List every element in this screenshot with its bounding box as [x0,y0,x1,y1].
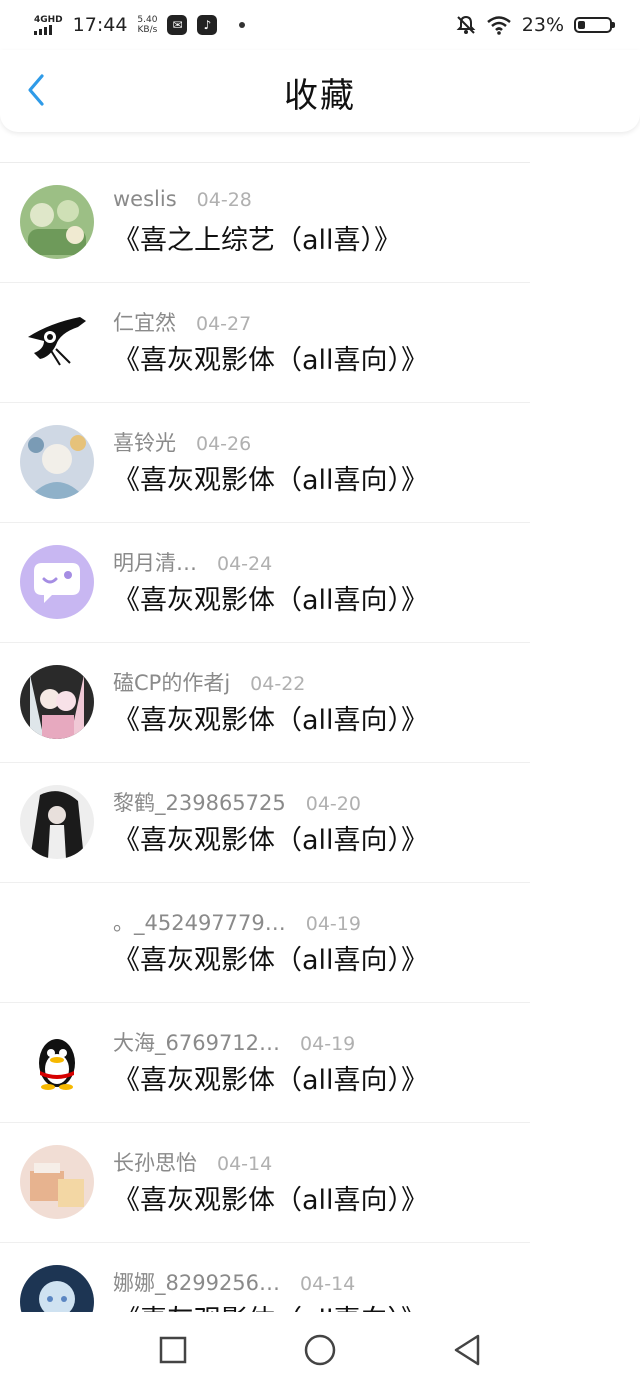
author-name[interactable]: 仁宜然 [113,307,176,337]
post-date: 04-22 [250,673,306,695]
post-title[interactable]: 《喜灰观影体（all喜向）》 [113,938,428,977]
post-title[interactable]: 《喜灰观影体（all喜向）》 [113,338,428,377]
author-name[interactable]: 黎鹤_239865725 [113,787,286,817]
post-date: 04-19 [300,1033,356,1055]
post-title[interactable]: 《喜灰观影体（all喜向）》 [113,1298,428,1312]
post-date: 04-20 [305,793,361,815]
avatar[interactable] [20,905,94,979]
page-title: 收藏 [284,76,356,116]
recent-apps-button[interactable] [153,1330,193,1370]
notification-dot-icon [239,22,246,28]
favorite-list-item[interactable]: 喜铃光 04-26 《喜灰观影体（all喜向）》 [0,403,640,523]
item-meta: 长孙思怡 04-14 [113,1147,272,1177]
post-title[interactable]: 《喜灰观影体（all喜向）》 [113,1178,428,1217]
item-meta: 磕CP的作者j 04-22 [113,667,305,697]
signal-icon: 4GHD [34,14,63,35]
favorite-list-item[interactable]: 黎鹤_239865725 04-20 《喜灰观影体（all喜向）》 [0,763,640,883]
author-name[interactable]: 明月清… [113,547,197,577]
circle-icon [304,1334,336,1365]
clock: 17:44 [72,14,128,36]
post-title[interactable]: 《喜灰观影体（all喜向）》 [113,818,428,857]
post-title[interactable]: 《喜灰观影体（all喜向）》 [113,698,428,737]
post-date: 04-19 [305,913,361,935]
wifi-icon [486,16,511,35]
post-date: 04-14 [300,1273,356,1295]
post-date: 04-14 [217,1153,273,1175]
avatar[interactable] [20,545,94,619]
author-name[interactable]: 娜娜_8299256… [113,1267,280,1297]
avatar[interactable] [20,185,94,259]
status-right: 23% [456,14,615,36]
network-speed: 5.40 KB/s [137,15,157,35]
system-nav-bar [0,1312,640,1387]
post-title[interactable]: 《喜灰观影体（all喜向）》 [113,458,428,497]
speed-value: 5.40 [137,15,158,25]
network-type: 4GHD [34,14,63,25]
battery-icon [574,17,615,33]
avatar[interactable] [20,1265,94,1312]
item-meta: 仁宜然 04-27 [113,307,251,337]
post-date: 04-24 [217,553,273,575]
favorite-list-item[interactable]: weslis 04-28 《喜之上综艺（all喜）》 [0,163,640,283]
author-name[interactable]: 长孙思怡 [113,1147,197,1177]
speed-unit: KB/s [137,25,158,35]
favorite-list-item[interactable]: 磕CP的作者j 04-22 《喜灰观影体（all喜向）》 [0,643,640,763]
system-back-button[interactable] [447,1330,487,1370]
post-title[interactable]: 《喜灰观影体（all喜向）》 [113,578,428,617]
avatar[interactable] [20,425,94,499]
favorite-list-item[interactable]: 长孙思怡 04-14 《喜灰观影体（all喜向）》 [0,1123,640,1243]
post-date: 04-27 [196,313,252,335]
author-name[interactable]: 磕CP的作者j [113,667,230,697]
author-name[interactable]: weslis [113,187,177,211]
favorite-list-item[interactable]: 大海_6769712… 04-19 《喜灰观影体（all喜向）》 [0,1003,640,1123]
favorite-list-item[interactable]: 娜娜_8299256… 04-14 《喜灰观影体（all喜向）》 [0,1243,640,1312]
signal-bars-icon [34,24,52,35]
status-left: 4GHD 17:44 5.40 KB/s ✉ ♪ [34,14,246,36]
favorites-list[interactable]: weslis 04-28 《喜之上综艺（all喜）》仁宜然 04-27 《喜灰观影体（a… [0,100,640,1312]
post-date: 04-26 [196,433,252,455]
avatar[interactable] [20,1025,94,1099]
favorite-list-item[interactable]: 仁宜然 04-27 《喜灰观影体（all喜向）》 [0,283,640,403]
music-app-icon: ♪ [197,15,218,35]
item-meta: 喜铃光 04-26 [113,427,251,457]
post-date: 04-28 [196,189,252,211]
triangle-back-icon [454,1334,479,1365]
page-header: 收藏 [0,50,640,132]
avatar[interactable] [20,785,94,859]
post-title[interactable]: 《喜灰观影体（all喜向）》 [113,1058,428,1097]
author-name[interactable]: 喜铃光 [113,427,176,457]
favorite-list-item[interactable]: 。_452497779… 04-19 《喜灰观影体（all喜向）》 [0,883,640,1003]
post-title[interactable]: 《喜之上综艺（all喜）》 [113,218,401,257]
item-meta: 娜娜_8299256… 04-14 [113,1267,355,1297]
item-meta: 。_452497779… 04-19 [113,907,361,937]
status-bar: 4GHD 17:44 5.40 KB/s ✉ ♪ 23% [0,0,640,50]
item-meta: 大海_6769712… 04-19 [113,1027,355,1057]
avatar[interactable] [20,1145,94,1219]
square-icon [160,1336,187,1363]
message-app-icon: ✉ [167,15,188,35]
item-meta: 明月清… 04-24 [113,547,272,577]
favorite-list-item[interactable]: 明月清… 04-24 《喜灰观影体（all喜向）》 [0,523,640,643]
author-name[interactable]: 。_452497779… [113,907,286,937]
avatar[interactable] [20,305,94,379]
author-name[interactable]: 大海_6769712… [113,1027,280,1057]
home-button[interactable] [300,1330,340,1370]
mute-bell-icon [456,15,476,34]
battery-percent: 23% [521,14,564,36]
item-meta: 黎鹤_239865725 04-20 [113,787,361,817]
avatar[interactable] [20,665,94,739]
item-meta: weslis 04-28 [113,187,252,211]
battery-fill [578,21,585,29]
